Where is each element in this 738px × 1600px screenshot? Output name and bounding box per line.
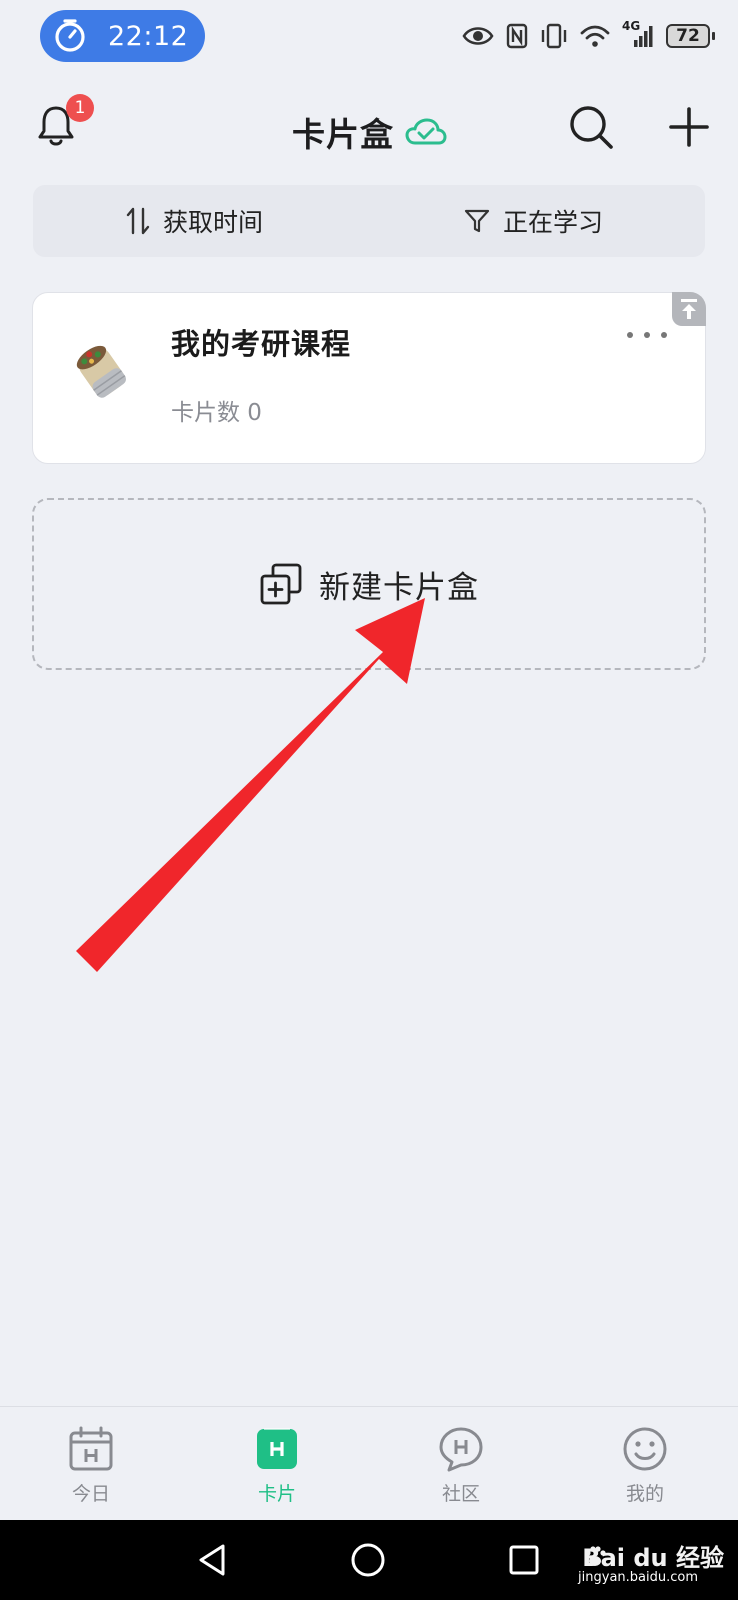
tab-community[interactable]: 社区 (406, 1425, 516, 1511)
card-box-icon (257, 1428, 297, 1469)
cloud-synced-icon[interactable] (404, 117, 448, 147)
add-icon[interactable] (668, 106, 710, 148)
tab-profile-label: 我的 (625, 1483, 664, 1505)
pin-arrow-glyph (681, 299, 697, 319)
tab-today-label: 今日 (71, 1483, 110, 1505)
deck-card-count: 卡片数 0 (171, 400, 262, 426)
back-icon[interactable] (196, 1542, 228, 1578)
baidu-watermark: Bai du 经验 (582, 1538, 724, 1573)
new-deck-button[interactable]: 新建卡片盒 (32, 498, 706, 670)
deck-name: 我的考研课程 (171, 327, 352, 361)
vibrate-icon (541, 23, 567, 49)
network-type: 4G (622, 19, 641, 33)
battery-level: 72 (676, 26, 700, 46)
status-time: 22:12 (108, 20, 189, 52)
status-bar: 22:12 4G 72 (0, 0, 738, 72)
timer-pill[interactable]: 22:12 (40, 10, 205, 62)
battery-icon: 72 (666, 24, 715, 48)
tab-profile[interactable]: 我的 (590, 1425, 700, 1511)
chat-bubble-icon (439, 1427, 483, 1472)
status-filter-label: 正在学习 (503, 208, 604, 237)
tab-today[interactable]: 今日 (36, 1425, 146, 1511)
bottom-tab-bar: 今日 卡片 社区 我的 (0, 1406, 738, 1520)
tab-cards-label: 卡片 (257, 1483, 296, 1505)
more-options-icon[interactable] (627, 323, 667, 347)
add-deck-icon (260, 563, 302, 605)
page-title: 卡片盒 (292, 115, 394, 154)
title-group: 卡片盒 (292, 108, 448, 156)
search-icon[interactable] (568, 104, 614, 150)
sort-icon (126, 207, 150, 235)
filter-bar: 获取时间 正在学习 (33, 185, 705, 257)
tab-community-label: 社区 (441, 1483, 480, 1505)
home-icon[interactable] (350, 1542, 386, 1578)
status-icons: 4G 72 (462, 18, 715, 54)
new-deck-label: 新建卡片盒 (319, 569, 479, 606)
paw-icon (585, 1545, 606, 1566)
status-filter-button[interactable]: 正在学习 (463, 185, 603, 257)
eye-icon (462, 27, 494, 45)
timer-icon (55, 19, 85, 52)
nfc-icon (506, 23, 528, 49)
watermark-url: jingyan.baidu.com (578, 1570, 698, 1585)
calendar-icon (69, 1426, 113, 1471)
notification-badge: 1 (66, 94, 94, 122)
system-nav-bar: Bai du 经验 (0, 1520, 738, 1600)
burrito-icon (76, 345, 126, 398)
sort-button[interactable]: 获取时间 (125, 185, 263, 257)
tab-cards[interactable]: 卡片 (222, 1425, 332, 1511)
recents-icon[interactable] (508, 1544, 540, 1576)
wifi-icon (580, 25, 610, 47)
deck-card[interactable]: 我的考研课程 卡片数 0 (32, 292, 706, 464)
app-header: 1 卡片盒 (0, 88, 738, 168)
filter-icon (464, 209, 490, 233)
sort-label: 获取时间 (163, 208, 264, 237)
pin-to-top-icon[interactable] (672, 292, 706, 326)
notification-button[interactable]: 1 (36, 94, 94, 152)
smiley-icon (623, 1427, 667, 1471)
cellular-signal: 4G (622, 19, 654, 49)
